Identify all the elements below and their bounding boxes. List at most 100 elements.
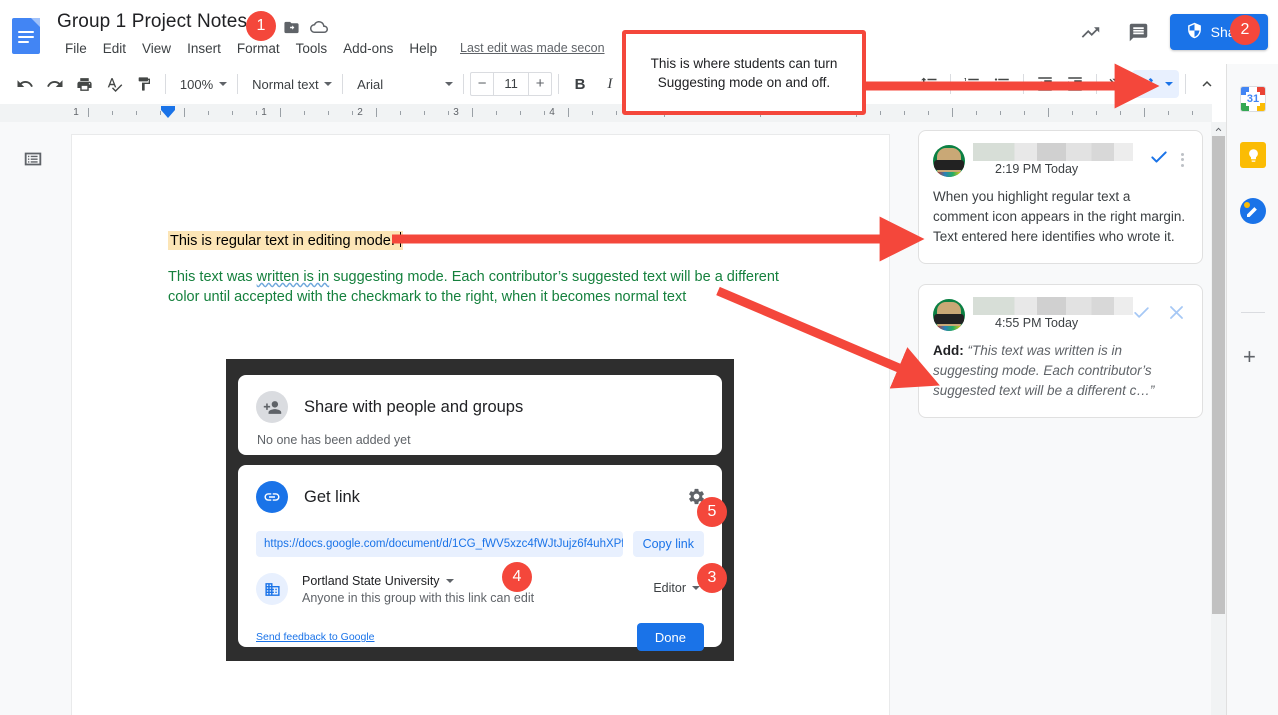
italic-button[interactable]: I	[595, 69, 625, 99]
suggestion-timestamp: 4:55 PM Today	[995, 316, 1079, 330]
text-cursor	[399, 232, 402, 247]
ruler-tick	[1000, 111, 1001, 115]
document-title[interactable]: Group 1 Project Notes	[57, 11, 247, 33]
zoom-select[interactable]: 100%	[172, 71, 231, 97]
decrease-indent-icon[interactable]	[1030, 69, 1060, 99]
left-indent-marker[interactable]	[161, 106, 175, 118]
bold-button[interactable]: B	[565, 69, 595, 99]
scroll-up-arrow-icon[interactable]	[1211, 122, 1226, 136]
font-size-stepper[interactable]: − 11 +	[470, 72, 553, 96]
collapse-toolbar-icon[interactable]	[1192, 69, 1222, 99]
numbered-list-icon[interactable]	[957, 69, 987, 99]
ruler-tick	[1168, 111, 1169, 115]
menu-edit[interactable]: Edit	[95, 39, 134, 58]
get-link-card: Get link https://docs.google.com/documen…	[238, 465, 722, 651]
get-add-ons-icon[interactable]: +	[1243, 346, 1256, 368]
calendar-day-number: 31	[1246, 92, 1260, 106]
share-link-input[interactable]: https://docs.google.com/document/d/1CG_f…	[256, 531, 623, 557]
font-size-value[interactable]: 11	[493, 73, 530, 95]
horizontal-ruler[interactable]: 112345	[0, 104, 1212, 122]
menu-addons[interactable]: Add-ons	[335, 39, 401, 58]
role-select[interactable]: Editor	[653, 581, 700, 595]
ruler-tick	[376, 108, 377, 117]
spellcheck-icon[interactable]	[99, 69, 129, 99]
menu-file[interactable]: File	[57, 39, 95, 58]
paragraph-style-select[interactable]: Normal text	[244, 71, 336, 97]
step-badge-1: 1	[246, 11, 276, 41]
menu-tools[interactable]: Tools	[288, 39, 336, 58]
copy-link-button[interactable]: Copy link	[632, 531, 704, 557]
clear-formatting-icon[interactable]	[1103, 69, 1133, 99]
menu-help[interactable]: Help	[401, 39, 445, 58]
title-icon-group	[283, 18, 328, 41]
editing-mode-button[interactable]	[1132, 70, 1180, 98]
ruler-tick	[448, 111, 449, 115]
ruler-tick	[256, 111, 257, 115]
ruler-tick	[544, 111, 545, 115]
ruler-tick	[520, 111, 521, 115]
suggestion-text: “This text was written is in suggesting …	[933, 343, 1155, 398]
accept-suggestion-checkmark-icon[interactable]	[1132, 303, 1151, 327]
ruler-tick	[496, 111, 497, 115]
show-document-outline-icon[interactable]	[20, 146, 46, 172]
font-size-decrease-button[interactable]: −	[471, 73, 493, 95]
print-icon[interactable]	[70, 69, 100, 99]
redacted-author-name	[973, 143, 1133, 161]
paragraph-suggested-text[interactable]: This text was written is in suggesting m…	[168, 267, 808, 307]
menu-format[interactable]: Format	[229, 39, 288, 58]
redo-icon[interactable]	[40, 69, 70, 99]
move-to-folder-icon[interactable]	[283, 19, 300, 41]
more-options-kebab-icon[interactable]	[1179, 149, 1186, 171]
vertical-scrollbar[interactable]	[1211, 122, 1226, 715]
google-keep-icon[interactable]	[1240, 142, 1266, 168]
ruler-tick	[352, 111, 353, 115]
group-name-select[interactable]: Portland State University	[302, 574, 534, 588]
chevron-down-icon	[219, 82, 228, 86]
cloud-saved-icon[interactable]	[310, 18, 328, 41]
suggestion-prefix: Add:	[933, 343, 964, 358]
activity-dashboard-icon[interactable]	[1074, 15, 1108, 49]
font-size-increase-button[interactable]: +	[529, 73, 551, 95]
reject-suggestion-x-icon[interactable]	[1167, 303, 1186, 327]
menu-insert[interactable]: Insert	[179, 39, 229, 58]
paint-format-icon[interactable]	[129, 69, 159, 99]
send-feedback-link[interactable]: Send feedback to Google	[256, 631, 375, 643]
add-person-icon	[256, 391, 288, 423]
bulleted-list-icon[interactable]	[987, 69, 1017, 99]
comments-sidebar: 2:19 PM Today When you highlight regular…	[910, 122, 1210, 715]
suggestion-card[interactable]: 4:55 PM Today Add: “This text was writte…	[918, 284, 1203, 418]
avatar	[933, 299, 965, 331]
redacted-author-name	[973, 297, 1133, 315]
font-family-value: Arial	[357, 76, 384, 92]
paragraph-regular-text[interactable]: This is regular text in editing mode.	[168, 231, 404, 250]
google-docs-logo[interactable]	[12, 18, 40, 54]
done-button[interactable]: Done	[636, 623, 704, 651]
open-comment-history-icon[interactable]	[1122, 15, 1156, 49]
font-family-select[interactable]: Arial	[349, 71, 457, 97]
line-spacing-icon[interactable]	[915, 69, 945, 99]
scrollbar-thumb[interactable]	[1212, 136, 1225, 614]
google-tasks-icon[interactable]	[1240, 198, 1266, 224]
ruler-tick	[400, 111, 401, 115]
link-icon	[256, 481, 288, 513]
google-docs-window: Group 1 Project Notes File Edit View Ins…	[0, 0, 1278, 715]
ruler-tick	[928, 111, 929, 115]
increase-indent-icon[interactable]	[1060, 69, 1090, 99]
ruler-tick	[616, 111, 617, 115]
ruler-tick	[280, 108, 281, 117]
resolve-checkmark-icon[interactable]	[1149, 147, 1169, 172]
zoom-value: 100%	[179, 76, 214, 92]
ruler-tick	[568, 108, 569, 117]
last-edit-status[interactable]: Last edit was made secon	[460, 41, 605, 55]
ruler-tick	[88, 108, 89, 117]
step-badge-3: 3	[697, 563, 727, 593]
ruler-tick	[592, 111, 593, 115]
ruler-tick	[1072, 111, 1073, 115]
chevron-down-icon	[1165, 82, 1174, 86]
comment-card[interactable]: 2:19 PM Today When you highlight regular…	[918, 130, 1203, 264]
google-calendar-icon[interactable]: 31	[1240, 86, 1266, 112]
menu-view[interactable]: View	[134, 39, 179, 58]
menu-bar: File Edit View Insert Format Tools Add-o…	[57, 39, 445, 58]
share-people-card: Share with people and groups No one has …	[238, 375, 722, 455]
undo-icon[interactable]	[10, 69, 40, 99]
